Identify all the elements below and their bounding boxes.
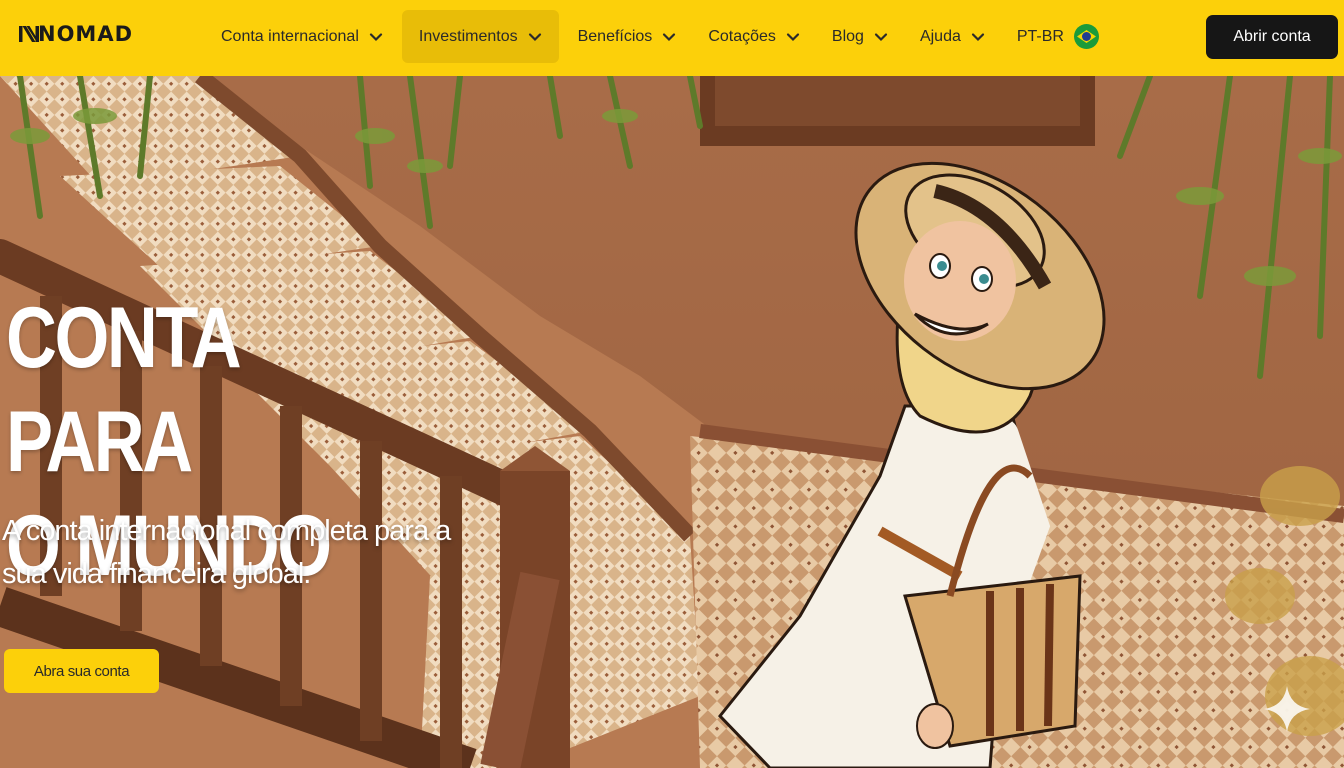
hero-title-line-1: CONTA PARA <box>6 290 239 490</box>
nav-item-label: Blog <box>831 27 864 45</box>
hero-section: CONTA PARA O MUNDO A conta internacional… <box>0 76 1344 768</box>
language-selector[interactable]: PT-BR <box>1004 10 1112 63</box>
hero-subtitle-line-2: sua vida financeira global. <box>2 558 311 590</box>
language-label: PT-BR <box>1016 27 1064 45</box>
nav-item-conta-internacional[interactable]: Conta internacional <box>208 10 396 63</box>
nav-item-label: Ajuda <box>919 27 961 45</box>
nav-item-ajuda[interactable]: Ajuda <box>907 10 998 63</box>
chevron-down-icon <box>874 32 888 41</box>
open-account-button[interactable]: Abrir conta <box>1206 15 1338 59</box>
main-nav: Conta internacional Investimentos Benefí… <box>208 10 1112 63</box>
chevron-down-icon <box>369 32 382 41</box>
nav-item-label: Benefícios <box>577 27 653 45</box>
nomad-logo-mark-icon <box>19 26 39 42</box>
nav-item-label: Investimentos <box>418 27 518 45</box>
nomad-logo[interactable]: NOMAD <box>18 22 133 46</box>
chevron-down-icon <box>786 32 800 41</box>
top-navbar: NOMAD Conta internacional Investimentos … <box>0 0 1344 76</box>
nav-item-label: Cotações <box>708 27 776 45</box>
open-your-account-button[interactable]: Abra sua conta <box>4 649 159 693</box>
chevron-down-icon <box>971 32 984 41</box>
hero-subtitle: A conta internacional completa para a su… <box>2 510 562 596</box>
logo-text: NOMAD <box>38 22 134 46</box>
nav-item-blog[interactable]: Blog <box>819 10 901 63</box>
sparkle-icon <box>1264 686 1310 732</box>
chevron-down-icon <box>663 32 676 41</box>
chevron-down-icon <box>528 32 541 41</box>
brazil-flag-icon <box>1073 24 1099 49</box>
nav-item-investimentos[interactable]: Investimentos <box>401 10 559 63</box>
nav-item-cotacoes[interactable]: Cotações <box>695 10 813 63</box>
nav-item-beneficios[interactable]: Benefícios <box>565 10 690 63</box>
nav-item-label: Conta internacional <box>221 27 359 45</box>
hero-subtitle-line-1: A conta internacional completa para a <box>2 515 451 547</box>
